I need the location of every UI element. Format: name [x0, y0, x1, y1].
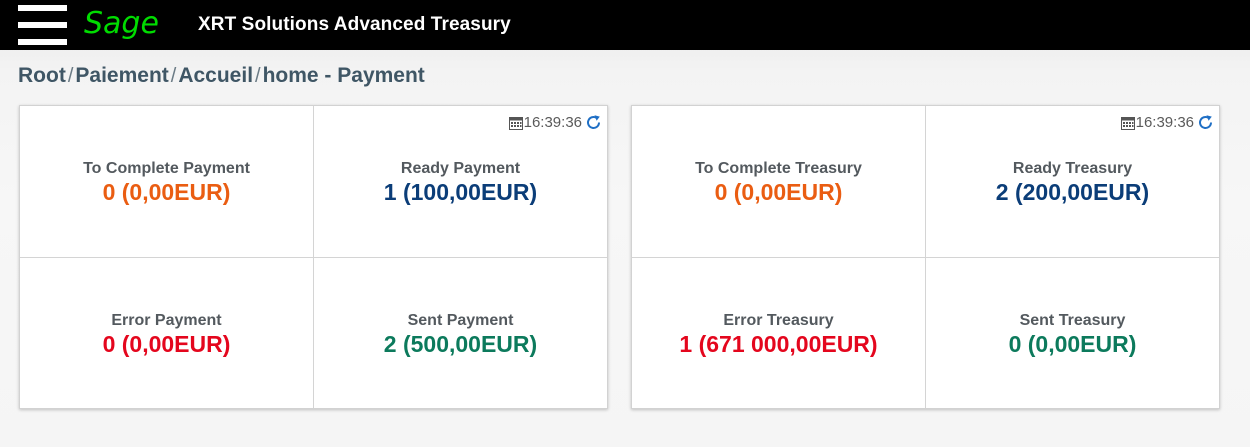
app-title: XRT Solutions Advanced Treasury — [198, 14, 511, 35]
sent-treasury-tile[interactable]: Sent Treasury 0 (0,00EUR) — [926, 258, 1219, 409]
breadcrumb-current-page: home - Payment — [262, 64, 425, 87]
tile-title: Error Payment — [111, 311, 222, 329]
tile-value: 0 (0,00EUR) — [1008, 330, 1137, 357]
tile-title: To Complete Treasury — [695, 159, 862, 177]
sage-logo[interactable]: Sage — [82, 3, 158, 45]
tile-title: To Complete Payment — [83, 159, 250, 177]
tile-title: Error Treasury — [723, 311, 834, 329]
tile-title: Sent Payment — [407, 311, 514, 329]
tile-title: Ready Treasury — [1012, 159, 1133, 177]
error-treasury-tile[interactable]: Error Treasury 1 (671 000,00EUR) — [632, 258, 925, 409]
to-complete-treasury-tile[interactable]: To Complete Treasury 0 (0,00EUR) — [632, 106, 925, 257]
calendar-icon — [1120, 116, 1135, 130]
last-refresh: 16:39:36 — [1120, 114, 1214, 131]
tile-value: 0 (0,00EUR) — [714, 178, 843, 205]
payment-dashboard-panel: To Complete Payment 0 (0,00EUR) Ready Pa… — [19, 105, 608, 409]
tile-value: 0 (0,00EUR) — [102, 330, 231, 357]
hamburger-menu-icon[interactable] — [18, 5, 67, 45]
refresh-icon[interactable] — [1197, 114, 1214, 131]
treasury-dashboard-panel: To Complete Treasury 0 (0,00EUR) Ready T… — [631, 105, 1220, 409]
breadcrumb-accueil[interactable]: Accueil — [178, 64, 253, 88]
top-bar: Sage XRT Solutions Advanced Treasury — [0, 0, 1250, 50]
sent-payment-tile[interactable]: Sent Payment 2 (500,00EUR) — [314, 258, 607, 409]
breadcrumb: Root / Paiement / Accueil / home - Payme… — [18, 64, 425, 88]
breadcrumb-paiement[interactable]: Paiement — [75, 64, 168, 88]
error-payment-tile[interactable]: Error Payment 0 (0,00EUR) — [20, 258, 313, 409]
calendar-icon — [508, 116, 523, 130]
breadcrumb-separator: / — [255, 65, 261, 87]
svg-text:Sage: Sage — [84, 6, 158, 41]
breadcrumb-separator: / — [67, 65, 74, 87]
breadcrumb-separator: / — [170, 65, 177, 87]
tile-title: Sent Treasury — [1019, 311, 1126, 329]
to-complete-payment-tile[interactable]: To Complete Payment 0 (0,00EUR) — [20, 106, 313, 257]
tile-value: 0 (0,00EUR) — [102, 178, 231, 205]
last-refresh: 16:39:36 — [508, 114, 602, 131]
breadcrumb-root[interactable]: Root — [18, 64, 66, 88]
refresh-icon[interactable] — [585, 114, 602, 131]
refresh-timestamp: 16:39:36 — [1135, 114, 1194, 131]
tile-value: 1 (671 000,00EUR) — [679, 330, 878, 357]
refresh-timestamp: 16:39:36 — [523, 114, 582, 131]
tile-value: 1 (100,00EUR) — [383, 178, 538, 205]
tile-value: 2 (500,00EUR) — [383, 330, 538, 357]
tile-title: Ready Payment — [400, 159, 521, 177]
tile-value: 2 (200,00EUR) — [995, 178, 1150, 205]
